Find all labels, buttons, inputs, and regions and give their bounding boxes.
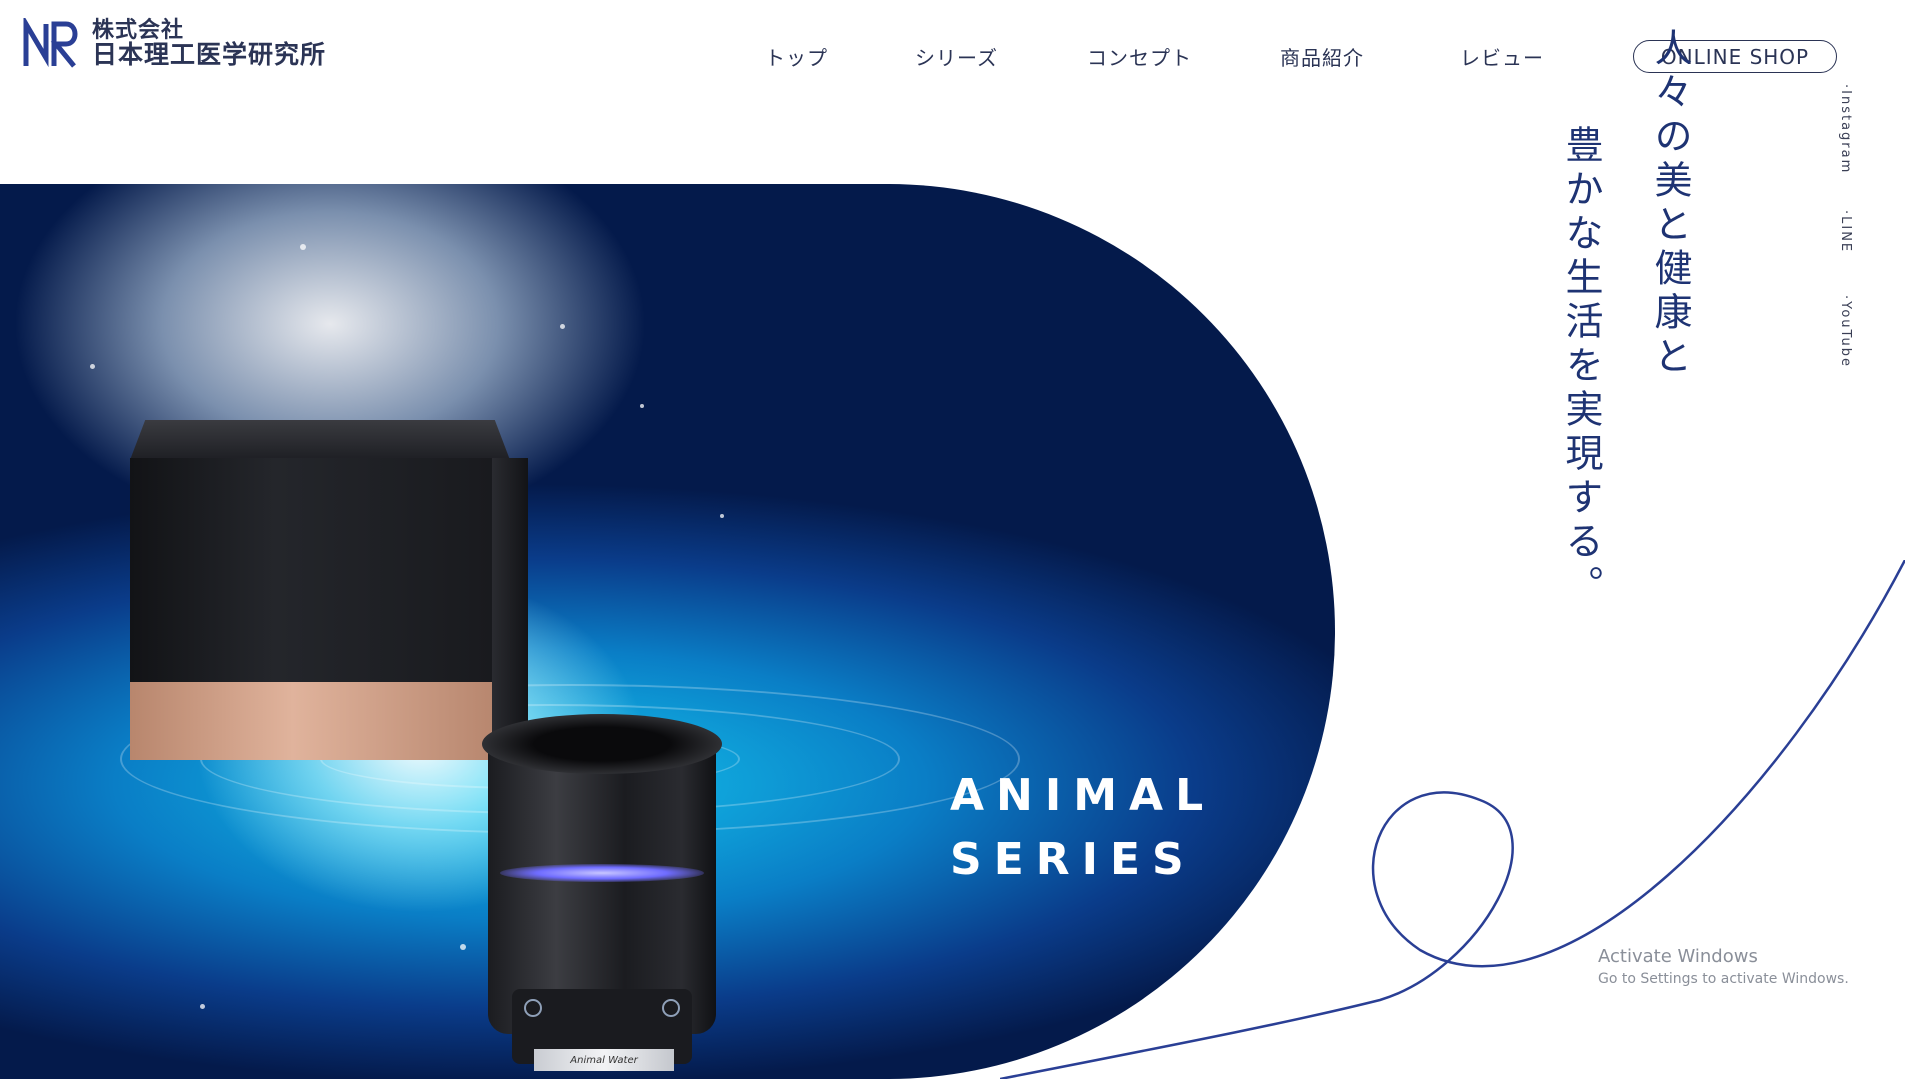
nav-item-review[interactable]: レビュー [1460, 42, 1544, 71]
youtube-link[interactable]: ·YouTube [1838, 295, 1853, 368]
decorative-curve [1000, 560, 1905, 1079]
watermark-subtitle: Go to Settings to activate Windows. [1598, 971, 1849, 987]
nav-item-series[interactable]: シリーズ [915, 42, 998, 71]
nav-item-concept[interactable]: コンセプト [1087, 42, 1192, 71]
water-droplet [720, 514, 724, 518]
catch-copy-line1: 人々の美と健康と [1648, 28, 1692, 380]
instagram-link[interactable]: ·Instagram [1838, 84, 1853, 174]
water-droplet [300, 244, 306, 250]
water-droplet [640, 404, 644, 408]
product-box-unit [130, 420, 528, 775]
nr-logo-icon [23, 18, 78, 68]
water-droplet [90, 364, 95, 369]
logo-company-name: 日本理工医学研究所 [92, 40, 327, 70]
watermark-title: Activate Windows [1598, 946, 1758, 967]
nav-item-products[interactable]: 商品紹介 [1280, 42, 1364, 71]
product-label: Animal Water [534, 1049, 674, 1071]
power-icon [524, 999, 542, 1017]
activate-windows-watermark: Activate Windows Go to Settings to activ… [1598, 946, 1849, 987]
catch-copy-line2: 豊かな生活を実現する。 [1559, 125, 1603, 609]
water-droplet [460, 944, 466, 950]
company-logo[interactable]: 株式会社 日本理工医学研究所 [22, 18, 326, 70]
jar-light-ring [500, 864, 704, 882]
nav-item-top[interactable]: トップ [765, 42, 828, 71]
product-water-jar: Animal Water [482, 714, 722, 1071]
logo-company-type: 株式会社 [92, 18, 185, 44]
water-droplet [560, 324, 565, 329]
water-droplet [200, 1004, 205, 1009]
mode-icon [662, 999, 680, 1017]
line-link[interactable]: ·LINE [1838, 210, 1853, 253]
